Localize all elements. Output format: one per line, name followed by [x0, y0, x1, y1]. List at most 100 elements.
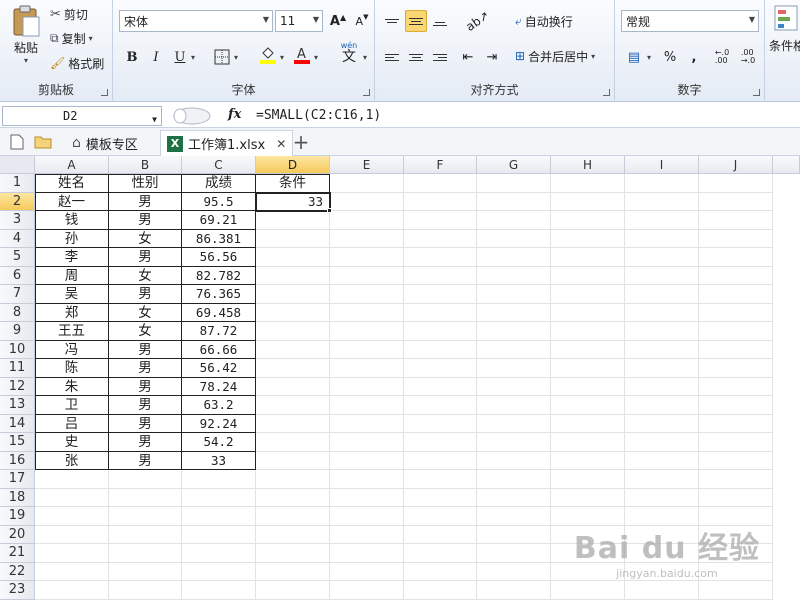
- row-header-13[interactable]: 13: [0, 396, 35, 415]
- cell-f9[interactable]: [404, 322, 477, 341]
- cell-b7[interactable]: 男: [109, 285, 182, 304]
- cell-g17[interactable]: [477, 470, 551, 489]
- cell-a6[interactable]: 周: [35, 266, 109, 285]
- cell-h13[interactable]: [551, 396, 625, 415]
- cell-d2[interactable]: 33: [256, 192, 330, 211]
- cell-b17[interactable]: [109, 470, 182, 489]
- cell-f5[interactable]: [404, 248, 477, 267]
- add-tab-button[interactable]: +: [290, 130, 312, 154]
- cell-f19[interactable]: [404, 507, 477, 526]
- cell-e19[interactable]: [330, 507, 404, 526]
- fill-color-button[interactable]: [257, 44, 279, 66]
- cell-g9[interactable]: [477, 322, 551, 341]
- cell-c19[interactable]: [182, 507, 256, 526]
- cell-d11[interactable]: [256, 359, 330, 378]
- cell-i11[interactable]: [625, 359, 699, 378]
- row-header-6[interactable]: 6: [0, 266, 35, 285]
- increase-indent-button[interactable]: ⇥: [481, 46, 503, 68]
- cell-e1[interactable]: [330, 174, 404, 193]
- cell-g4[interactable]: [477, 229, 551, 248]
- row-header-19[interactable]: 19: [0, 507, 35, 526]
- cell-f11[interactable]: [404, 359, 477, 378]
- column-header-c[interactable]: C: [182, 156, 256, 174]
- cell-d19[interactable]: [256, 507, 330, 526]
- cell-g2[interactable]: [477, 192, 551, 211]
- cell-d9[interactable]: [256, 322, 330, 341]
- cell-d18[interactable]: [256, 488, 330, 507]
- cell-e7[interactable]: [330, 285, 404, 304]
- wrap-text-button[interactable]: ⤶ 自动换行: [515, 11, 573, 31]
- format-painter-button[interactable]: 🖌 格式刷: [50, 53, 104, 73]
- cell-b15[interactable]: 男: [109, 433, 182, 452]
- cell-i23[interactable]: [625, 581, 699, 600]
- cell-g12[interactable]: [477, 377, 551, 396]
- cell-j18[interactable]: [699, 488, 773, 507]
- cell-j1[interactable]: [699, 174, 773, 193]
- bold-button[interactable]: B: [121, 46, 143, 68]
- cell-i17[interactable]: [625, 470, 699, 489]
- decrease-decimal-button[interactable]: .00 →.0: [737, 46, 759, 68]
- tab-workbook[interactable]: X 工作簿1.xlsx ✕: [160, 130, 294, 156]
- cell-j9[interactable]: [699, 322, 773, 341]
- cell-f3[interactable]: [404, 211, 477, 230]
- cell-f15[interactable]: [404, 433, 477, 452]
- shrink-font-button[interactable]: A ▼: [351, 10, 373, 32]
- cell-e4[interactable]: [330, 229, 404, 248]
- cell-j5[interactable]: [699, 248, 773, 267]
- cell-g19[interactable]: [477, 507, 551, 526]
- cell-h2[interactable]: [551, 192, 625, 211]
- cell-g18[interactable]: [477, 488, 551, 507]
- row-header-4[interactable]: 4: [0, 229, 35, 248]
- cell-b12[interactable]: 男: [109, 377, 182, 396]
- cell-b21[interactable]: [109, 544, 182, 563]
- cell-j4[interactable]: [699, 229, 773, 248]
- row-header-5[interactable]: 5: [0, 248, 35, 267]
- cell-d5[interactable]: [256, 248, 330, 267]
- percent-button[interactable]: %: [659, 46, 681, 68]
- font-color-dropdown-arrow[interactable]: ▾: [314, 53, 318, 62]
- cell-b10[interactable]: 男: [109, 340, 182, 359]
- cell-e23[interactable]: [330, 581, 404, 600]
- cell-c1[interactable]: 成绩: [182, 174, 256, 193]
- cell-j3[interactable]: [699, 211, 773, 230]
- cell-e12[interactable]: [330, 377, 404, 396]
- cell-f10[interactable]: [404, 340, 477, 359]
- row-header-1[interactable]: 1: [0, 174, 35, 193]
- cell-a19[interactable]: [35, 507, 109, 526]
- new-document-icon[interactable]: [6, 131, 28, 153]
- cell-h23[interactable]: [551, 581, 625, 600]
- chevron-down-icon[interactable]: ▼: [152, 111, 157, 129]
- cell-e16[interactable]: [330, 451, 404, 470]
- font-launcher-icon[interactable]: [363, 89, 370, 96]
- row-header-12[interactable]: 12: [0, 377, 35, 396]
- fill-handle[interactable]: [327, 208, 332, 213]
- italic-button[interactable]: I: [145, 46, 167, 68]
- cell-i16[interactable]: [625, 451, 699, 470]
- paste-button[interactable]: 粘贴 ▾: [6, 4, 46, 65]
- cell-a11[interactable]: 陈: [35, 359, 109, 378]
- cell-b22[interactable]: [109, 562, 182, 581]
- cell-h10[interactable]: [551, 340, 625, 359]
- formula-input[interactable]: =SMALL(C2:C16,1): [252, 106, 800, 126]
- cell-g14[interactable]: [477, 414, 551, 433]
- cell-c16[interactable]: 33: [182, 451, 256, 470]
- cell-h1[interactable]: [551, 174, 625, 193]
- cell-i6[interactable]: [625, 266, 699, 285]
- cell-h18[interactable]: [551, 488, 625, 507]
- cell-a22[interactable]: [35, 562, 109, 581]
- decrease-indent-button[interactable]: ⇤: [457, 46, 479, 68]
- spreadsheet-grid[interactable]: ABCDEFGHIJ 1 2 3 4 5 6 7 8 9 10 11 12 13 14 15 16 17 18 19…: [0, 156, 800, 600]
- cell-f8[interactable]: [404, 303, 477, 322]
- cell-g10[interactable]: [477, 340, 551, 359]
- cell-c14[interactable]: 92.24: [182, 414, 256, 433]
- cell-g11[interactable]: [477, 359, 551, 378]
- cell-b14[interactable]: 男: [109, 414, 182, 433]
- cell-e2[interactable]: [330, 192, 404, 211]
- cell-d14[interactable]: [256, 414, 330, 433]
- cell-b9[interactable]: 女: [109, 322, 182, 341]
- cell-i8[interactable]: [625, 303, 699, 322]
- column-header-d[interactable]: D: [256, 156, 330, 174]
- copy-dropdown-arrow[interactable]: ▾: [89, 34, 93, 43]
- cell-e18[interactable]: [330, 488, 404, 507]
- cell-g15[interactable]: [477, 433, 551, 452]
